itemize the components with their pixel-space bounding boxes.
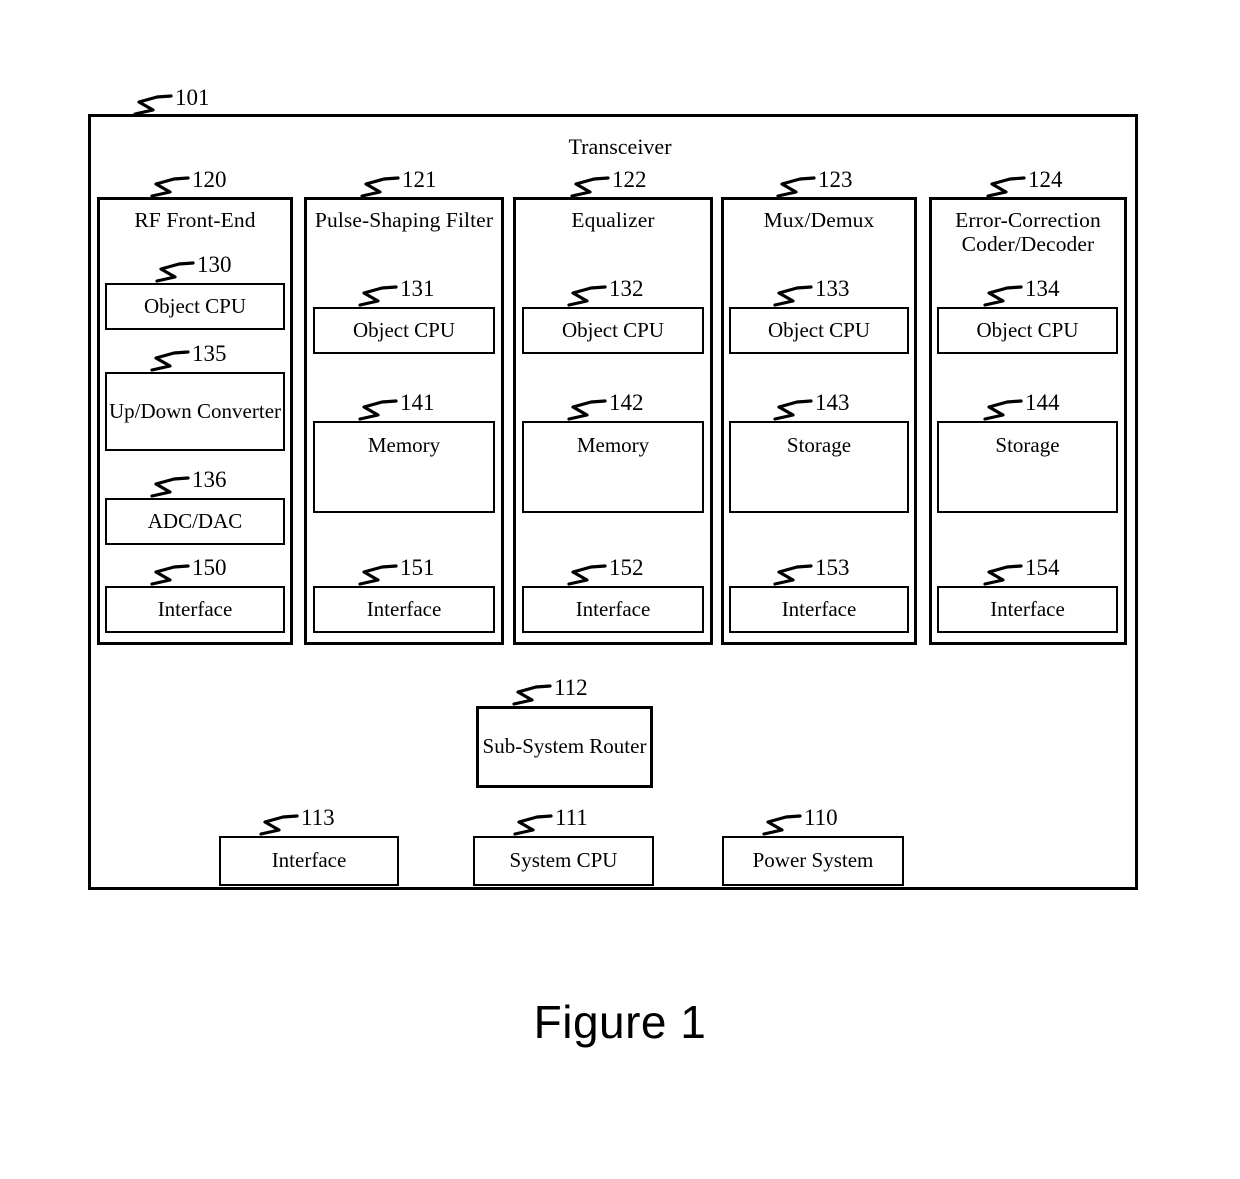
block-system-cpu-111: System CPU xyxy=(473,836,654,886)
block-object-cpu-132: Object CPU xyxy=(522,307,704,354)
block-label: Sub-System Router xyxy=(482,734,647,759)
subsystem-title: Pulse-Shaping Filter xyxy=(314,208,494,232)
block-storage-143: Storage xyxy=(729,421,909,513)
block-label: Up/Down Converter xyxy=(108,398,282,423)
block-interface-153: Interface xyxy=(729,586,909,633)
block-label: Object CPU xyxy=(352,317,456,342)
block-label: Interface xyxy=(366,596,442,621)
block-storage-144: Storage xyxy=(937,421,1118,513)
block-label: Object CPU xyxy=(767,317,871,342)
block-up-down-converter-135: Up/Down Converter xyxy=(105,372,285,451)
transceiver-title: Transceiver xyxy=(568,134,672,159)
block-interface-150: Interface xyxy=(105,586,285,633)
block-label: Interface xyxy=(990,596,1065,621)
block-label: Interface xyxy=(575,596,651,621)
block-interface-152: Interface xyxy=(522,586,704,633)
block-power-system-110: Power System xyxy=(722,836,904,886)
subsystem-title: RF Front-End xyxy=(134,208,256,232)
block-label: ADC/DAC xyxy=(147,508,243,533)
block-object-cpu-130: Object CPU xyxy=(105,283,285,330)
block-object-cpu-131: Object CPU xyxy=(313,307,495,354)
block-object-cpu-133: Object CPU xyxy=(729,307,909,354)
block-memory-142: Memory xyxy=(522,421,704,513)
block-label: Storage xyxy=(995,433,1060,457)
block-label: Object CPU xyxy=(143,293,247,318)
subsystem-title: Mux/Demux xyxy=(763,208,875,232)
block-label: Storage xyxy=(786,433,852,457)
block-memory-141: Memory xyxy=(313,421,495,513)
block-label: Interface xyxy=(271,848,347,873)
subsystem-title: Equalizer xyxy=(571,208,655,232)
patent-figure: Transceiver RF Front-End Object CPU Up/D… xyxy=(0,0,1240,1179)
figure-caption: Figure 1 xyxy=(533,996,707,1048)
block-label: Interface xyxy=(781,596,857,621)
block-object-cpu-134: Object CPU xyxy=(937,307,1118,354)
block-label: Interface xyxy=(157,596,233,621)
block-label: Object CPU xyxy=(561,317,665,342)
block-adc-dac-136: ADC/DAC xyxy=(105,498,285,545)
subsystem-title: Error-Correction Coder/Decoder xyxy=(955,208,1101,257)
block-interface-154: Interface xyxy=(937,586,1118,633)
block-sub-system-router-112: Sub-System Router xyxy=(476,706,653,788)
block-label: Memory xyxy=(576,433,650,457)
block-label: Power System xyxy=(752,848,874,873)
block-label: Memory xyxy=(367,433,441,457)
block-label: System CPU xyxy=(509,848,618,873)
block-interface-113: Interface xyxy=(219,836,399,886)
block-label: Object CPU xyxy=(976,317,1079,342)
ref-number: 101 xyxy=(175,85,210,110)
block-interface-151: Interface xyxy=(313,586,495,633)
